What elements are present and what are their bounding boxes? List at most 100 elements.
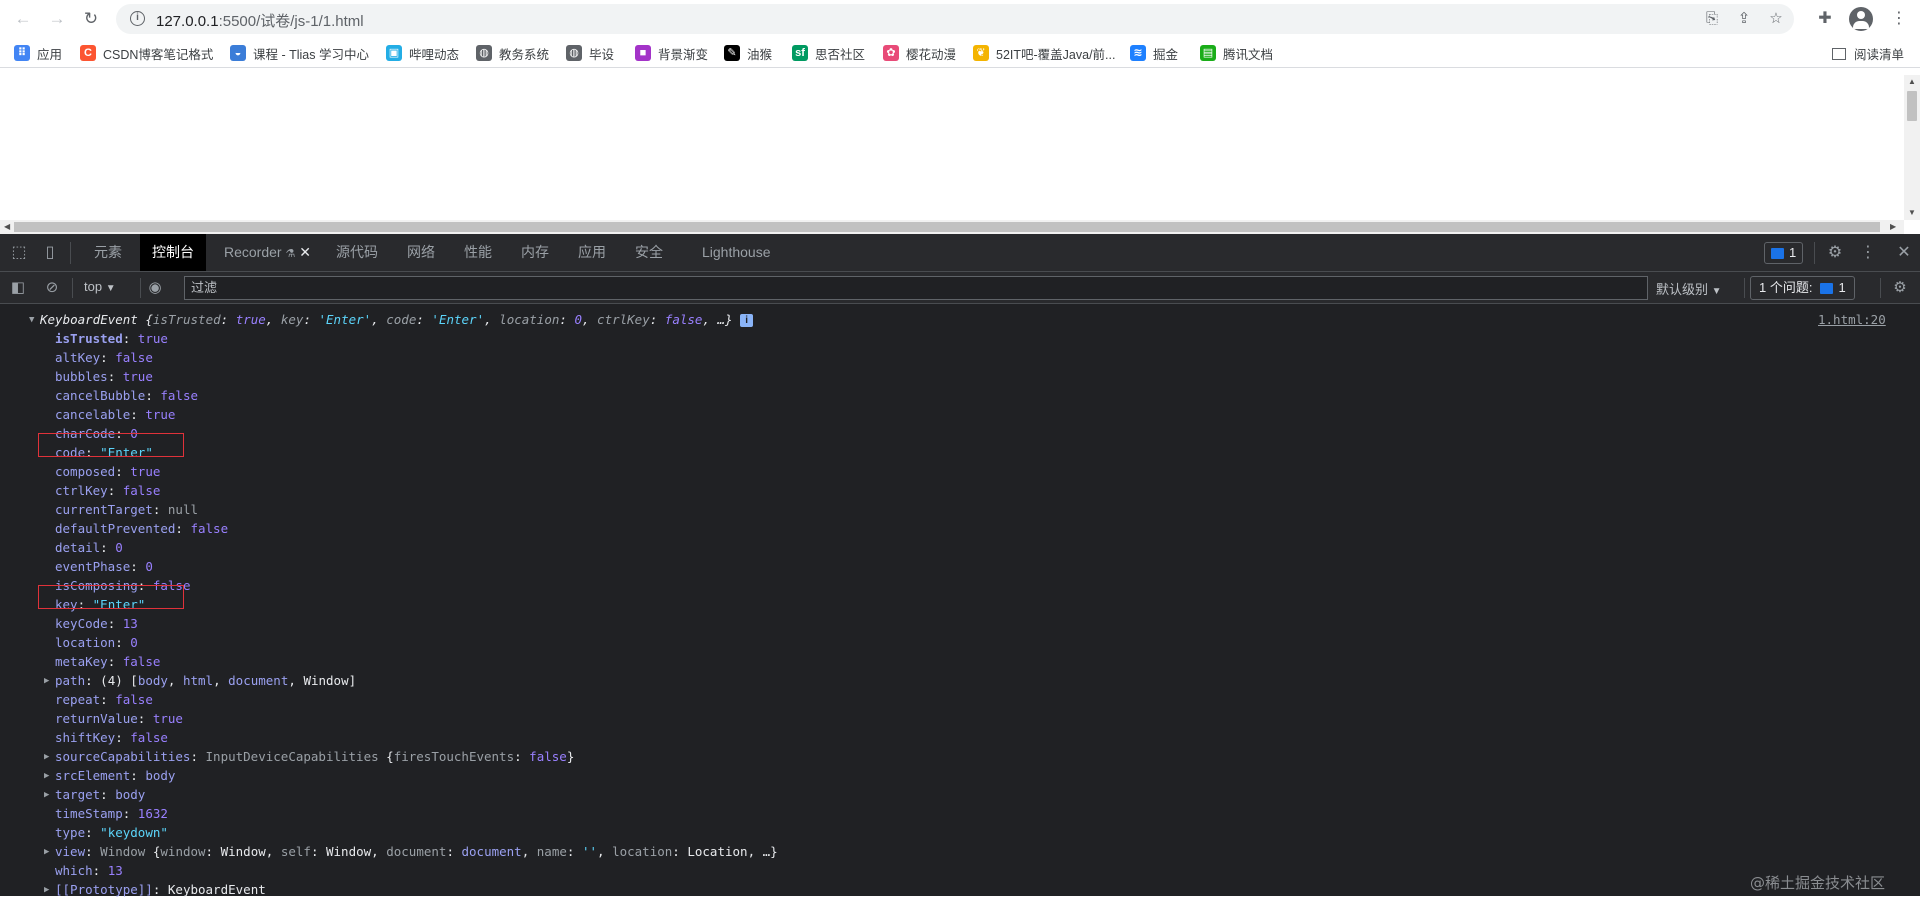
property-row: metaKey: false xyxy=(55,654,161,669)
address-bar[interactable]: i 127.0.0.1:5500/试卷/js-1/1.html ⎘ ⇪ ☆ xyxy=(116,4,1794,34)
source-link[interactable]: 1.html:20 xyxy=(1818,310,1886,329)
scroll-thumb[interactable] xyxy=(1907,91,1917,121)
bookmark-item[interactable]: C CSDN博客笔记格式 xyxy=(80,44,213,62)
devtools-menu-icon[interactable]: ⋮ xyxy=(1858,243,1878,263)
bookmark-item[interactable]: ◒ 课程 - Tlias 学习中心 xyxy=(230,44,369,62)
device-toolbar-icon[interactable]: ▯ xyxy=(40,243,60,263)
page-horizontal-scrollbar[interactable]: ◀ ▶ xyxy=(0,220,1904,234)
bookmark-label: 油猴 xyxy=(747,47,773,62)
share-icon[interactable]: ⇪ xyxy=(1734,9,1754,29)
bookmark-favicon-icon: ≋ xyxy=(1130,45,1146,61)
bookmark-item[interactable]: ❦ 52IT吧-覆盖Java/前... xyxy=(973,44,1115,62)
inspect-element-icon[interactable]: ⬚ xyxy=(9,243,29,263)
sidebar-toggle-icon[interactable]: ◧ xyxy=(8,278,28,298)
expand-arrow-icon[interactable]: ▶ xyxy=(44,885,49,895)
forward-icon[interactable]: → xyxy=(46,8,68,30)
bookmark-item[interactable]: ▤ 腾讯文档 xyxy=(1200,44,1273,62)
highlight-annotation-box xyxy=(38,585,184,609)
tab-security[interactable]: 安全 xyxy=(623,234,675,271)
dropdown-arrow-icon: ▼ xyxy=(1711,286,1722,297)
scroll-down-icon[interactable]: ▼ xyxy=(1908,208,1916,217)
bookmark-item[interactable]: ≋ 掘金 xyxy=(1130,44,1178,62)
tab-elements[interactable]: 元素 xyxy=(82,234,134,271)
bookmark-item[interactable]: sf 思否社区 xyxy=(792,44,865,62)
property-row[interactable]: target: body xyxy=(55,785,145,804)
bookmark-label: 腾讯文档 xyxy=(1223,47,1274,62)
bookmark-item[interactable]: ◍ 教务系统 xyxy=(476,44,549,62)
tab-lighthouse[interactable]: Lighthouse xyxy=(690,234,783,271)
bookmark-item[interactable]: ◍ 毕设 xyxy=(566,44,614,62)
bookmark-favicon-icon: ▤ xyxy=(1200,45,1216,61)
tab-performance[interactable]: 性能 xyxy=(452,234,504,271)
expand-arrow-icon[interactable]: ▶ xyxy=(44,771,49,781)
property-row[interactable]: view: Window {window: Window, self: Wind… xyxy=(55,842,778,861)
tab-recorder[interactable]: Recorder ⚗ ✕ xyxy=(212,234,323,271)
reading-list-button[interactable]: 阅读清单 xyxy=(1832,44,1904,63)
scroll-left-icon[interactable]: ◀ xyxy=(4,222,10,231)
bookmark-favicon-icon: ◍ xyxy=(566,45,582,61)
watermark-text: @稀土掘金技术社区 xyxy=(1750,874,1886,892)
console-log-summary[interactable]: KeyboardEvent {isTrusted: true, key: 'En… xyxy=(40,310,754,329)
live-expression-eye-icon[interactable]: ◉ xyxy=(145,278,165,298)
extensions-icon[interactable]: ✚ xyxy=(1815,9,1835,29)
tab-memory[interactable]: 内存 xyxy=(509,234,561,271)
console-filter-input[interactable]: 过滤 xyxy=(184,276,1648,300)
property-row: keyCode: 13 xyxy=(55,616,138,631)
translate-icon[interactable]: ⎘ xyxy=(1702,9,1722,29)
bookmark-favicon-icon: C xyxy=(80,45,96,61)
log-levels-dropdown[interactable]: 默认级别 ▼ xyxy=(1656,279,1722,298)
property-row: shiftKey: false xyxy=(55,730,168,745)
separator xyxy=(70,242,71,264)
bookmark-favicon-icon: ❦ xyxy=(973,45,989,61)
bookmark-item[interactable]: ⠿ 应用 xyxy=(14,44,62,62)
property-row[interactable]: path: (4) [body, html, document, Window] xyxy=(55,671,356,690)
scroll-right-icon[interactable]: ▶ xyxy=(1890,222,1896,231)
settings-gear-icon[interactable]: ⚙ xyxy=(1825,243,1845,263)
bookmark-label: 毕设 xyxy=(589,47,615,62)
property-row: type: "keydown" xyxy=(55,825,168,840)
site-info-icon[interactable]: i xyxy=(130,11,145,26)
property-row[interactable]: srcElement: body xyxy=(55,766,175,785)
property-row[interactable]: [[Prototype]]: KeyboardEvent xyxy=(55,880,266,899)
bookmark-star-icon[interactable]: ☆ xyxy=(1766,9,1786,29)
tab-sources[interactable]: 源代码 xyxy=(324,234,390,271)
menu-kebab-icon[interactable]: ⋮ xyxy=(1889,9,1909,29)
tab-console[interactable]: 控制台 xyxy=(140,234,206,271)
expand-arrow-icon[interactable]: ▶ xyxy=(44,676,49,686)
property-row: composed: true xyxy=(55,464,161,479)
close-devtools-icon[interactable]: ✕ xyxy=(1894,243,1914,263)
issues-counter-button[interactable]: 1 个问题: 1 xyxy=(1750,276,1855,300)
info-badge-icon[interactable]: i xyxy=(740,314,754,327)
page-viewport[interactable] xyxy=(0,68,1920,220)
bookmark-item[interactable]: ✿ 樱花动漫 xyxy=(883,44,956,62)
reload-icon[interactable]: ↻ xyxy=(80,8,102,30)
profile-avatar-icon[interactable] xyxy=(1849,7,1873,31)
bookmark-item[interactable]: ■ 背景渐变 xyxy=(635,44,708,62)
tab-network[interactable]: 网络 xyxy=(395,234,447,271)
close-tab-icon[interactable]: ✕ xyxy=(299,244,311,260)
expand-arrow-icon[interactable]: ▶ xyxy=(44,790,49,800)
tab-application[interactable]: 应用 xyxy=(566,234,618,271)
page-vertical-scrollbar[interactable]: ▲ ▼ xyxy=(1904,75,1920,220)
issues-badge[interactable]: 1 xyxy=(1764,242,1804,264)
back-icon[interactable]: ← xyxy=(12,8,34,30)
expand-arrow-icon[interactable]: ▼ xyxy=(29,315,34,325)
context-selector[interactable]: top ▼ xyxy=(84,279,116,294)
scroll-up-icon[interactable]: ▲ xyxy=(1908,77,1916,86)
property-row: defaultPrevented: false xyxy=(55,521,229,536)
issue-flag-icon xyxy=(1820,282,1834,294)
property-row: isTrusted: true xyxy=(55,331,168,346)
scroll-thumb[interactable] xyxy=(14,222,1880,232)
url-text[interactable]: 127.0.0.1:5500/试卷/js-1/1.html xyxy=(156,10,364,31)
console-settings-gear-icon[interactable]: ⚙ xyxy=(1890,278,1910,298)
bookmark-label: 思否社区 xyxy=(815,47,866,62)
property-row: altKey: false xyxy=(55,350,153,365)
expand-arrow-icon[interactable]: ▶ xyxy=(44,847,49,857)
reading-list-icon xyxy=(1832,47,1846,60)
bookmark-item[interactable]: ▣ 哔哩动态 xyxy=(386,44,459,62)
property-row: cancelBubble: false xyxy=(55,388,199,403)
clear-console-icon[interactable]: ⊘ xyxy=(42,278,62,298)
bookmark-item[interactable]: ✎ 油猴 xyxy=(724,44,772,62)
property-row[interactable]: sourceCapabilities: InputDeviceCapabilit… xyxy=(55,747,574,766)
expand-arrow-icon[interactable]: ▶ xyxy=(44,752,49,762)
